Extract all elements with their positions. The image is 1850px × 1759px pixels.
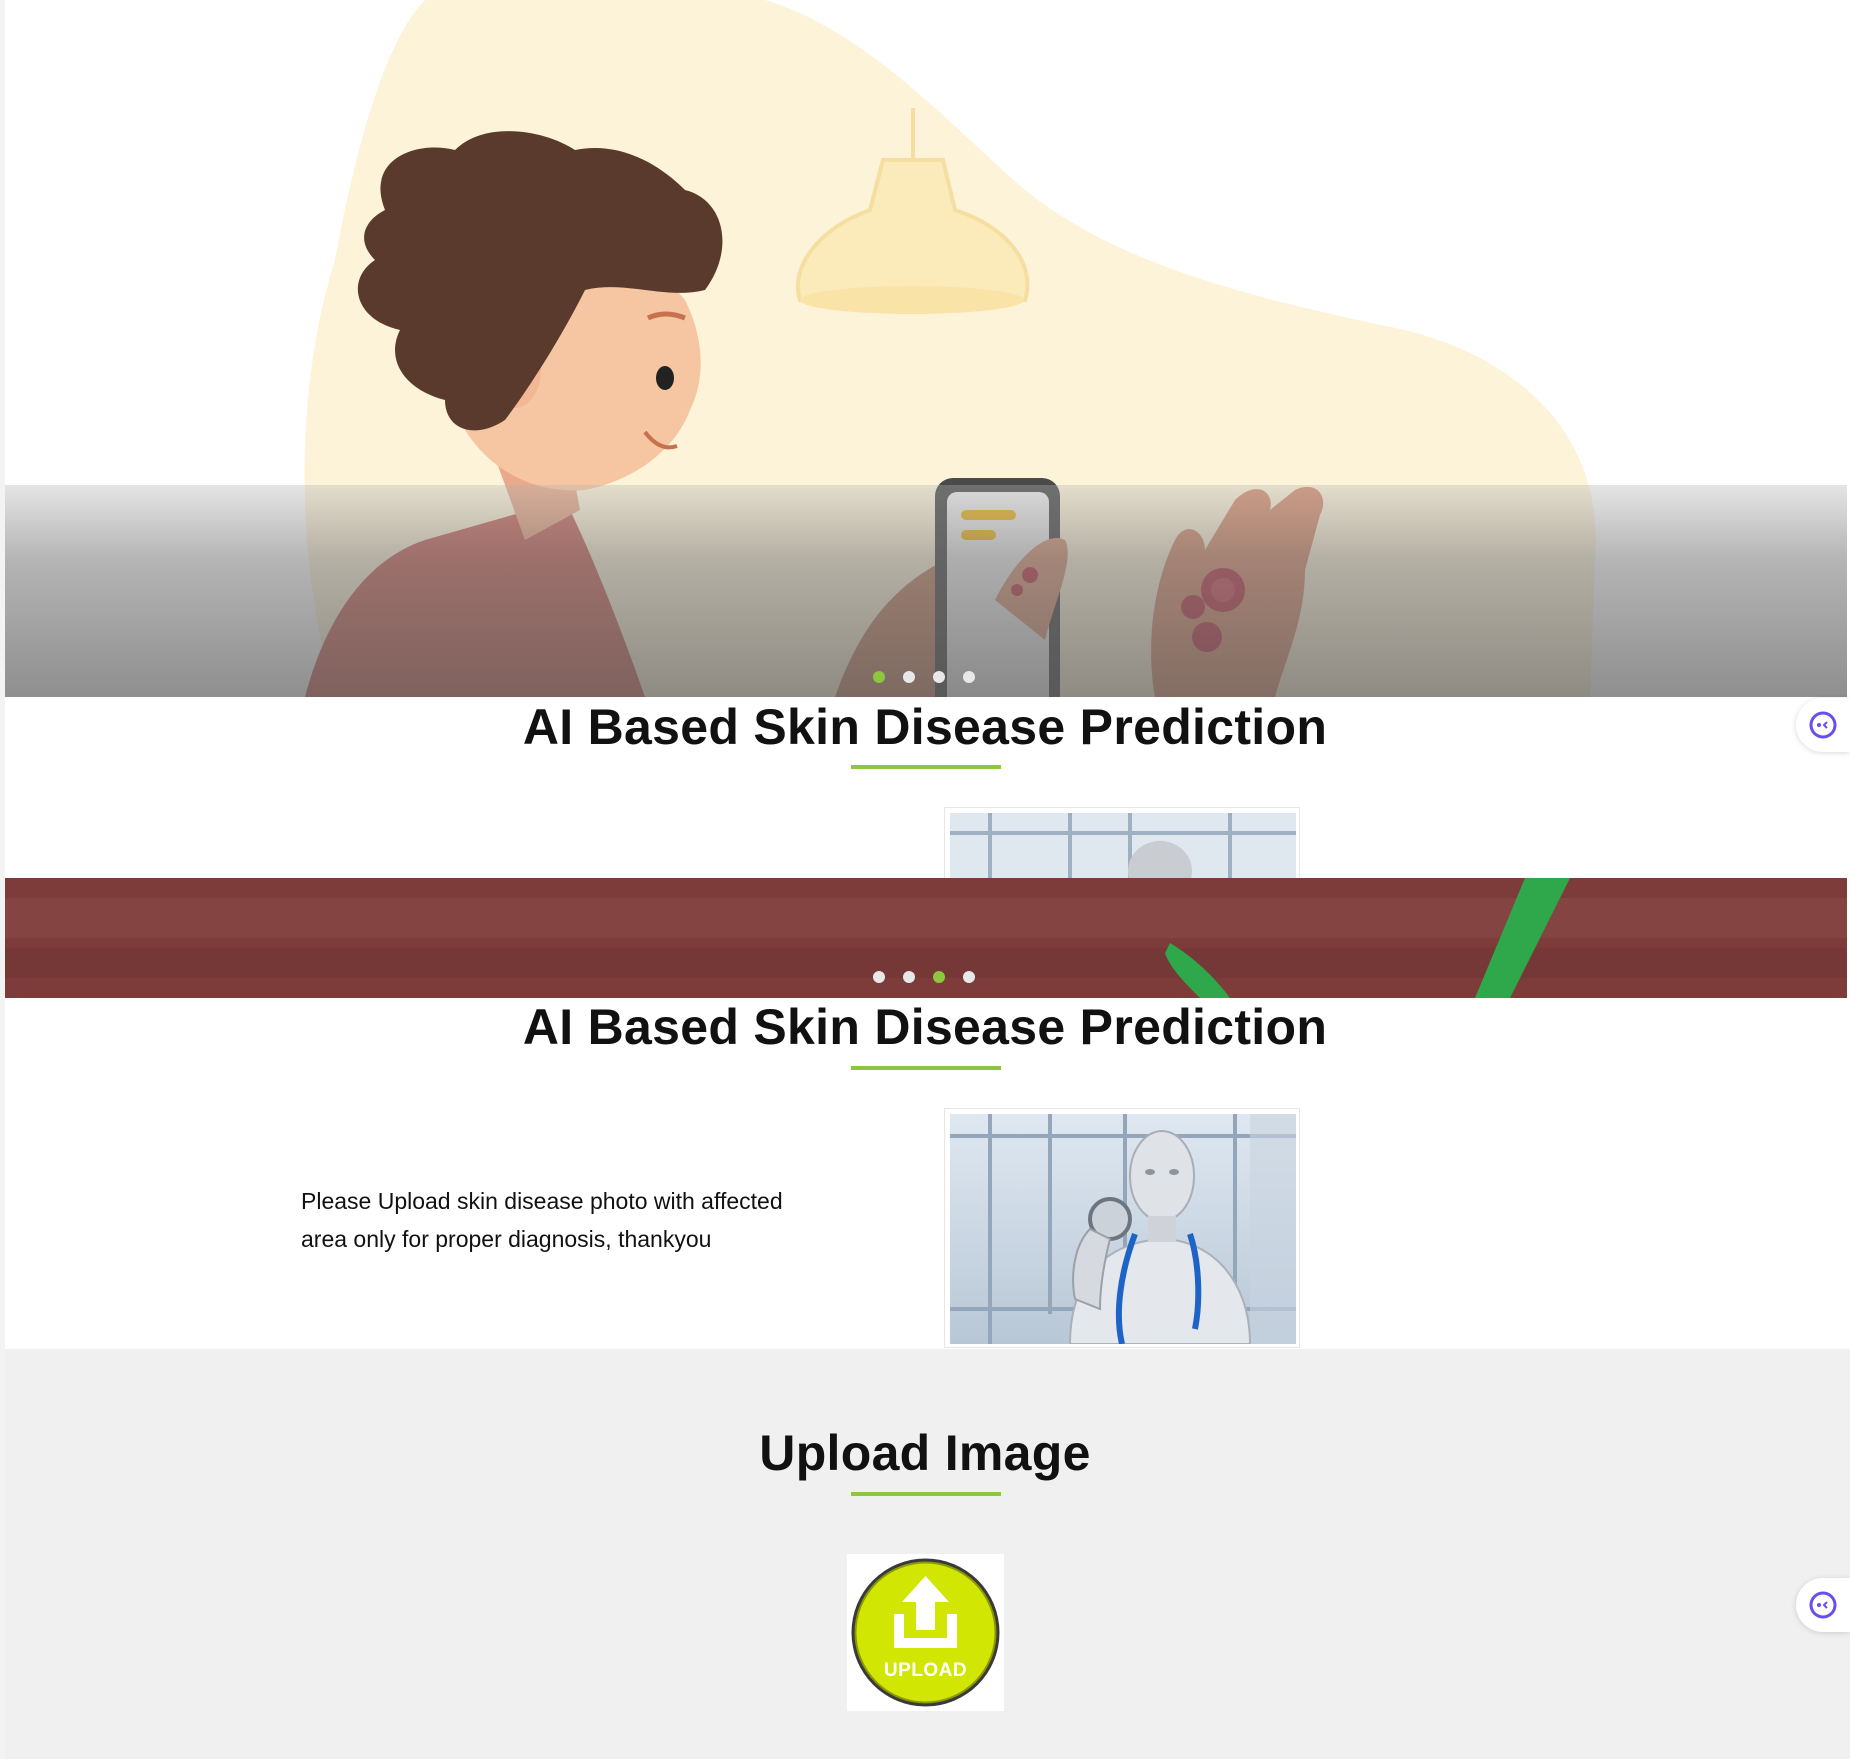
title-underline (851, 1492, 1001, 1496)
upload-arrow-icon (851, 1558, 1000, 1707)
assistant-face-icon (1809, 1591, 1837, 1619)
slider-dot[interactable] (903, 971, 915, 983)
assistant-widget-button[interactable] (1796, 698, 1850, 752)
slider-dot[interactable] (963, 671, 975, 683)
upload-title: Upload Image (759, 1425, 1091, 1481)
slider-dots (873, 971, 975, 983)
hero-overlay (5, 485, 1847, 697)
page-title: AI Based Skin Disease Prediction (522, 699, 1328, 755)
robot-doctor-image (944, 1108, 1300, 1348)
slider-dot[interactable] (963, 971, 975, 983)
title-underline (851, 1066, 1001, 1070)
hero-slider[interactable] (5, 878, 1847, 998)
assistant-widget-button[interactable] (1796, 1578, 1850, 1632)
slider-dot[interactable] (903, 671, 915, 683)
upload-button-label: UPLOAD (883, 1660, 968, 1681)
slider-dot[interactable] (873, 671, 885, 683)
slider-dot[interactable] (933, 671, 945, 683)
slider-dots (873, 671, 975, 683)
upload-instructions: Please Upload skin disease photo with af… (301, 1188, 783, 1252)
upload-button[interactable]: UPLOAD (847, 1554, 1004, 1711)
robot-doctor-image (944, 807, 1300, 887)
slider-dot[interactable] (933, 971, 945, 983)
assistant-face-icon (1809, 711, 1837, 739)
hero-slider[interactable] (5, 0, 1847, 697)
title-underline (851, 765, 1001, 769)
slider-dot[interactable] (873, 971, 885, 983)
section-title: AI Based Skin Disease Prediction (522, 999, 1328, 1055)
